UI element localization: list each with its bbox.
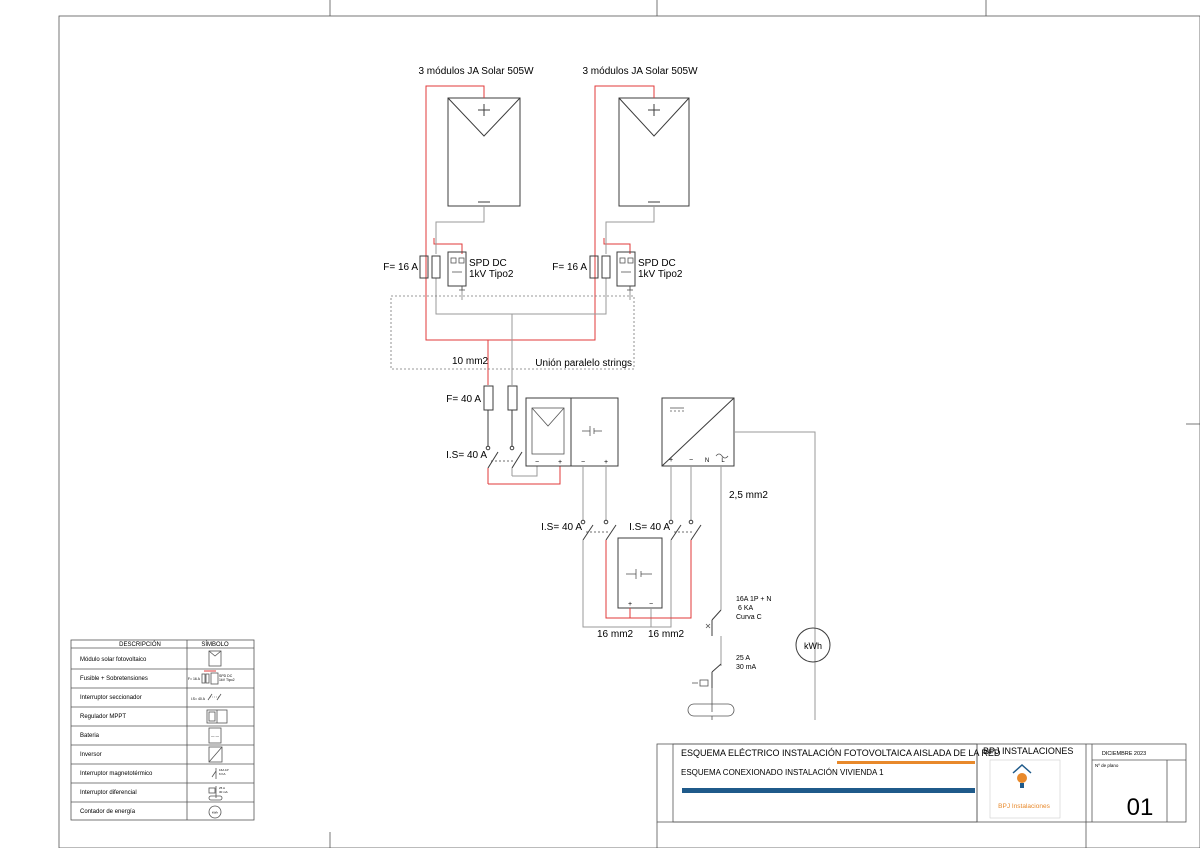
meter-label: kWh	[804, 641, 822, 651]
fuse-40a	[483, 385, 518, 446]
legend-header-symbol: SÍMBOLO	[201, 641, 229, 648]
fuse-string-2	[589, 255, 611, 279]
battery-disconnector-right	[668, 519, 702, 541]
inverter-to-meter-wire	[734, 431, 816, 720]
ac-rcd	[687, 663, 735, 720]
breaker-line3: Curva C	[736, 614, 762, 621]
legend-meter-text: kWh	[212, 811, 218, 815]
inverter-minus: −	[689, 457, 693, 464]
legend-breaker-text2: 6 KA	[219, 772, 226, 776]
legend-row-label: Regulador MPPT	[80, 714, 126, 720]
title-orange-bar	[837, 761, 975, 764]
battery-disconnector-left	[580, 519, 617, 541]
cable-16-left-label: 16 mm2	[597, 629, 634, 640]
breaker-icon: 16A 1P 6 KA	[211, 768, 229, 779]
legend-header-description: DESCRIPCIÓN	[119, 641, 161, 648]
breaker-line2: 6 KA	[738, 605, 754, 612]
module-label-1: 3 módulos JA Solar 505W	[418, 66, 534, 77]
mppt-plus-bat: +	[604, 459, 608, 466]
legend-row-label: Interruptor seccionador	[80, 695, 142, 701]
fuse-label-1: F= 16 A	[383, 262, 418, 273]
switch-left-label: I.S= 40 A	[541, 522, 582, 533]
electrical-drawing: 3 módulos JA Solar 505W 3 módulos JA Sol…	[58, 0, 1200, 848]
title-block	[656, 743, 1187, 848]
fuse-string-1	[419, 255, 441, 279]
mppt-pv-negative	[512, 466, 538, 477]
legend-row-label: Fusible + Sobretensiones	[80, 676, 148, 682]
rcd-icon: 25 A 30 mA	[208, 786, 228, 801]
title-blue-bar	[682, 788, 975, 793]
battery-plus: +	[628, 601, 632, 608]
legend-disconnector-text: I.S= 40 A	[191, 697, 206, 701]
spd-string-2	[616, 251, 636, 291]
title-line1: ESQUEMA ELÉCTRICO INSTALACIÓN FOTOVOLTAI…	[681, 748, 1001, 758]
battery-minus: −	[649, 601, 653, 608]
company-logo-icon: BPJ Instalaciones	[989, 759, 1061, 819]
spd-label-1-line1: SPD DC	[469, 258, 507, 269]
inverter-n: N	[705, 458, 709, 464]
mppt-icon	[206, 709, 228, 724]
fuse-40-label: F= 40 A	[446, 394, 481, 405]
mppt-regulator	[525, 397, 619, 467]
legend-row-label: Inversor	[80, 752, 102, 758]
switch-main-label: I.S= 40 A	[446, 450, 487, 461]
battery-bus-wires	[582, 540, 692, 628]
mppt-minus-pv: −	[535, 459, 539, 466]
plan-number-label: Nº de plano	[1095, 763, 1119, 768]
rcd-line1: 25 A	[736, 655, 750, 662]
legend-row-label: Bateria	[80, 733, 100, 739]
battery	[617, 537, 663, 609]
title-line2: ESQUEMA CONEXIONADO INSTALACIÓN VIVIENDA…	[681, 768, 884, 777]
legend-row-label: Contador de energía	[80, 809, 136, 815]
sheet-frame	[58, 0, 1200, 848]
cable-25-label: 2,5 mm2	[729, 490, 768, 501]
fuse-label-2: F= 16 A	[552, 262, 587, 273]
ac-breaker	[705, 596, 722, 666]
inverter-plus: +	[669, 457, 673, 464]
legend-spd2-text: 1kV Tipo2	[219, 678, 235, 682]
mppt-pv-positive	[488, 466, 561, 485]
legend-battery-text: — —	[211, 734, 219, 738]
spd-string-1	[447, 251, 467, 291]
legend-fuse-text: F= 16 A	[188, 677, 201, 681]
rcd-line2: 30 mA	[736, 664, 757, 671]
string-2-positive-wire	[488, 85, 655, 341]
battery-wires	[582, 466, 692, 520]
legend-row-label: Módulo solar fotovoltaico	[80, 657, 147, 663]
legend-rcd-text2: 30 mA	[219, 790, 228, 794]
mppt-minus-bat: −	[581, 459, 585, 466]
main-disconnector	[485, 445, 523, 484]
battery-icon: — —	[208, 727, 222, 744]
disconnector-icon: I.S= 40 A	[191, 693, 222, 701]
plan-number: 01	[1127, 794, 1154, 821]
drawing-date: DICIEMBRE 2023	[1102, 751, 1146, 757]
fuse-spd-icon: F= 16 A SPD DC 1kV Tipo2	[188, 670, 235, 685]
inverter-l: L	[721, 458, 725, 464]
pv-module-1	[447, 97, 521, 207]
inverter-icon	[208, 746, 223, 763]
company-name: BPJ INSTALACIONES	[983, 746, 1073, 756]
module-label-2: 3 módulos JA Solar 505W	[582, 66, 698, 77]
inverter	[661, 397, 735, 467]
cable-10-label: 10 mm2	[452, 356, 489, 367]
legend-row-label: Interruptor diferencial	[80, 790, 137, 796]
spd-label-2-line1: SPD DC	[638, 258, 676, 269]
breaker-line1: 16A 1P + N	[736, 596, 771, 603]
meter-icon: kWh	[208, 805, 222, 819]
pv-module-2	[618, 97, 690, 207]
cable-16-right-label: 16 mm2	[648, 629, 685, 640]
legend-row-label: Interruptor magnetotérmico	[80, 771, 153, 777]
solar-module-icon	[208, 650, 222, 667]
switch-right-label: I.S= 40 A	[629, 522, 670, 533]
parallel-box-label: Unión paralelo strings	[535, 358, 632, 369]
logo-text: BPJ Instalaciones	[998, 803, 1050, 810]
spd-label-1-line2: 1kV Tipo2	[469, 269, 514, 280]
mppt-plus-pv: +	[558, 459, 562, 466]
spd-label-2-line2: 1kV Tipo2	[638, 269, 683, 280]
